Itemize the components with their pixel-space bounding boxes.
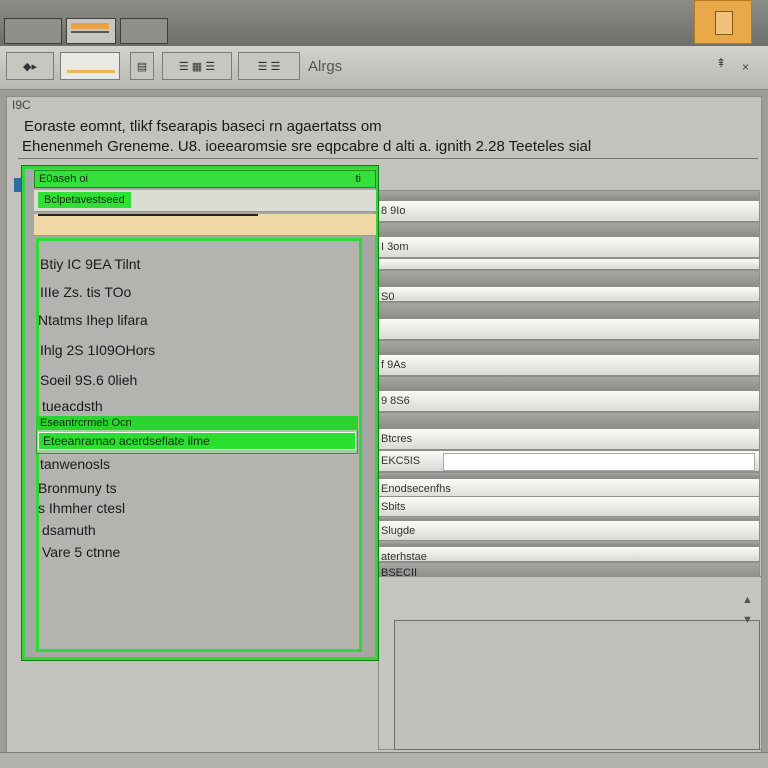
list-item[interactable]: dsamuth [42,522,96,538]
list-row[interactable] [376,190,760,200]
address-chip[interactable] [60,52,120,80]
list-row[interactable] [376,340,760,354]
list-item[interactable]: Ihlg 2S 1I09OHors [40,342,155,358]
list-item[interactable]: s Ihmher ctesl [38,500,125,516]
highlighted-item[interactable]: Eteeanrarnao acerdsefiate ilme [38,432,356,450]
description-line-2: Ehenenmeh Greneme. U8. ioeearomsie sre e… [22,138,592,155]
list-row[interactable]: I 3om [376,236,760,258]
list-row[interactable]: f 9As [376,354,760,376]
list-row[interactable] [376,376,760,390]
list-row[interactable]: Btcres [376,428,760,450]
list-row[interactable] [376,412,760,428]
pin-icon[interactable]: ⇞ [716,56,726,70]
row-input-field[interactable] [443,453,755,471]
list-row[interactable]: aterhstae [376,546,760,562]
list-view-icon[interactable]: ▤ [130,52,154,80]
list-row[interactable] [376,302,760,318]
list-row[interactable] [376,222,760,236]
list-row[interactable]: S0 [376,286,760,302]
list-row[interactable] [376,258,760,270]
list-row[interactable]: EKC5IS [376,450,760,472]
list-item[interactable]: Ntatms Ihep lifara [38,312,148,328]
list-row[interactable]: 9 8S6 [376,390,760,412]
list-item[interactable]: Soeil 9S.6 0lieh [40,372,137,388]
toolbar-label: Alrgs [308,58,343,75]
orange-window-icon[interactable] [694,0,752,44]
list-item[interactable]: Vare 5 ctnne [42,544,120,560]
highlighted-item-header[interactable]: Eseantrcrmeb Ocn [36,416,358,430]
scroll-down-icon[interactable]: ▼ [742,614,753,626]
dialog-header: E0aseh oi ti [34,170,376,188]
tab-button-2[interactable] [66,18,116,44]
list-row[interactable]: 8 9Io [376,200,760,222]
list-row[interactable] [376,318,760,340]
back-forward-icon[interactable]: ◆▸ [6,52,54,80]
dialog-controls[interactable]: ti [356,173,362,185]
tab-button-3[interactable] [120,18,168,44]
list-item[interactable]: tanwenosls [40,456,110,472]
row-label: EKC5IS [381,455,421,467]
list-item[interactable]: tueacdsth [42,398,103,414]
list-row[interactable]: Slugde [376,520,760,542]
list-item[interactable]: Bronmuny ts [38,480,117,496]
dialog-input-field[interactable] [34,214,376,236]
list-row[interactable] [376,270,760,286]
preview-box [394,620,760,750]
status-bar [0,752,768,768]
dialog-subtitle: Bclpetavestseed [38,192,131,208]
description-line-1: Eoraste eomnt, tlikf fsearapis baseci rn… [24,118,382,135]
list-row[interactable]: Sbits [376,496,760,518]
view-options-icon[interactable]: ☰ ▦ ☰ [162,52,232,80]
scroll-up-icon[interactable]: ▲ [742,594,753,606]
dialog-subheader: Bclpetavestseed [34,190,376,212]
tab-button-1[interactable] [4,18,62,44]
divider [18,158,758,159]
panel-edge-marker [14,178,22,192]
dialog-title: E0aseh oi [39,173,88,185]
close-icon[interactable]: × [742,60,749,74]
details-view-icon[interactable]: ☰ ☰ [238,52,300,80]
location-label: I9C [12,98,31,112]
list-item[interactable]: IIIe Zs. tis TOo [40,284,131,300]
list-item[interactable]: Btiy IC 9EA Tilnt [40,256,140,272]
